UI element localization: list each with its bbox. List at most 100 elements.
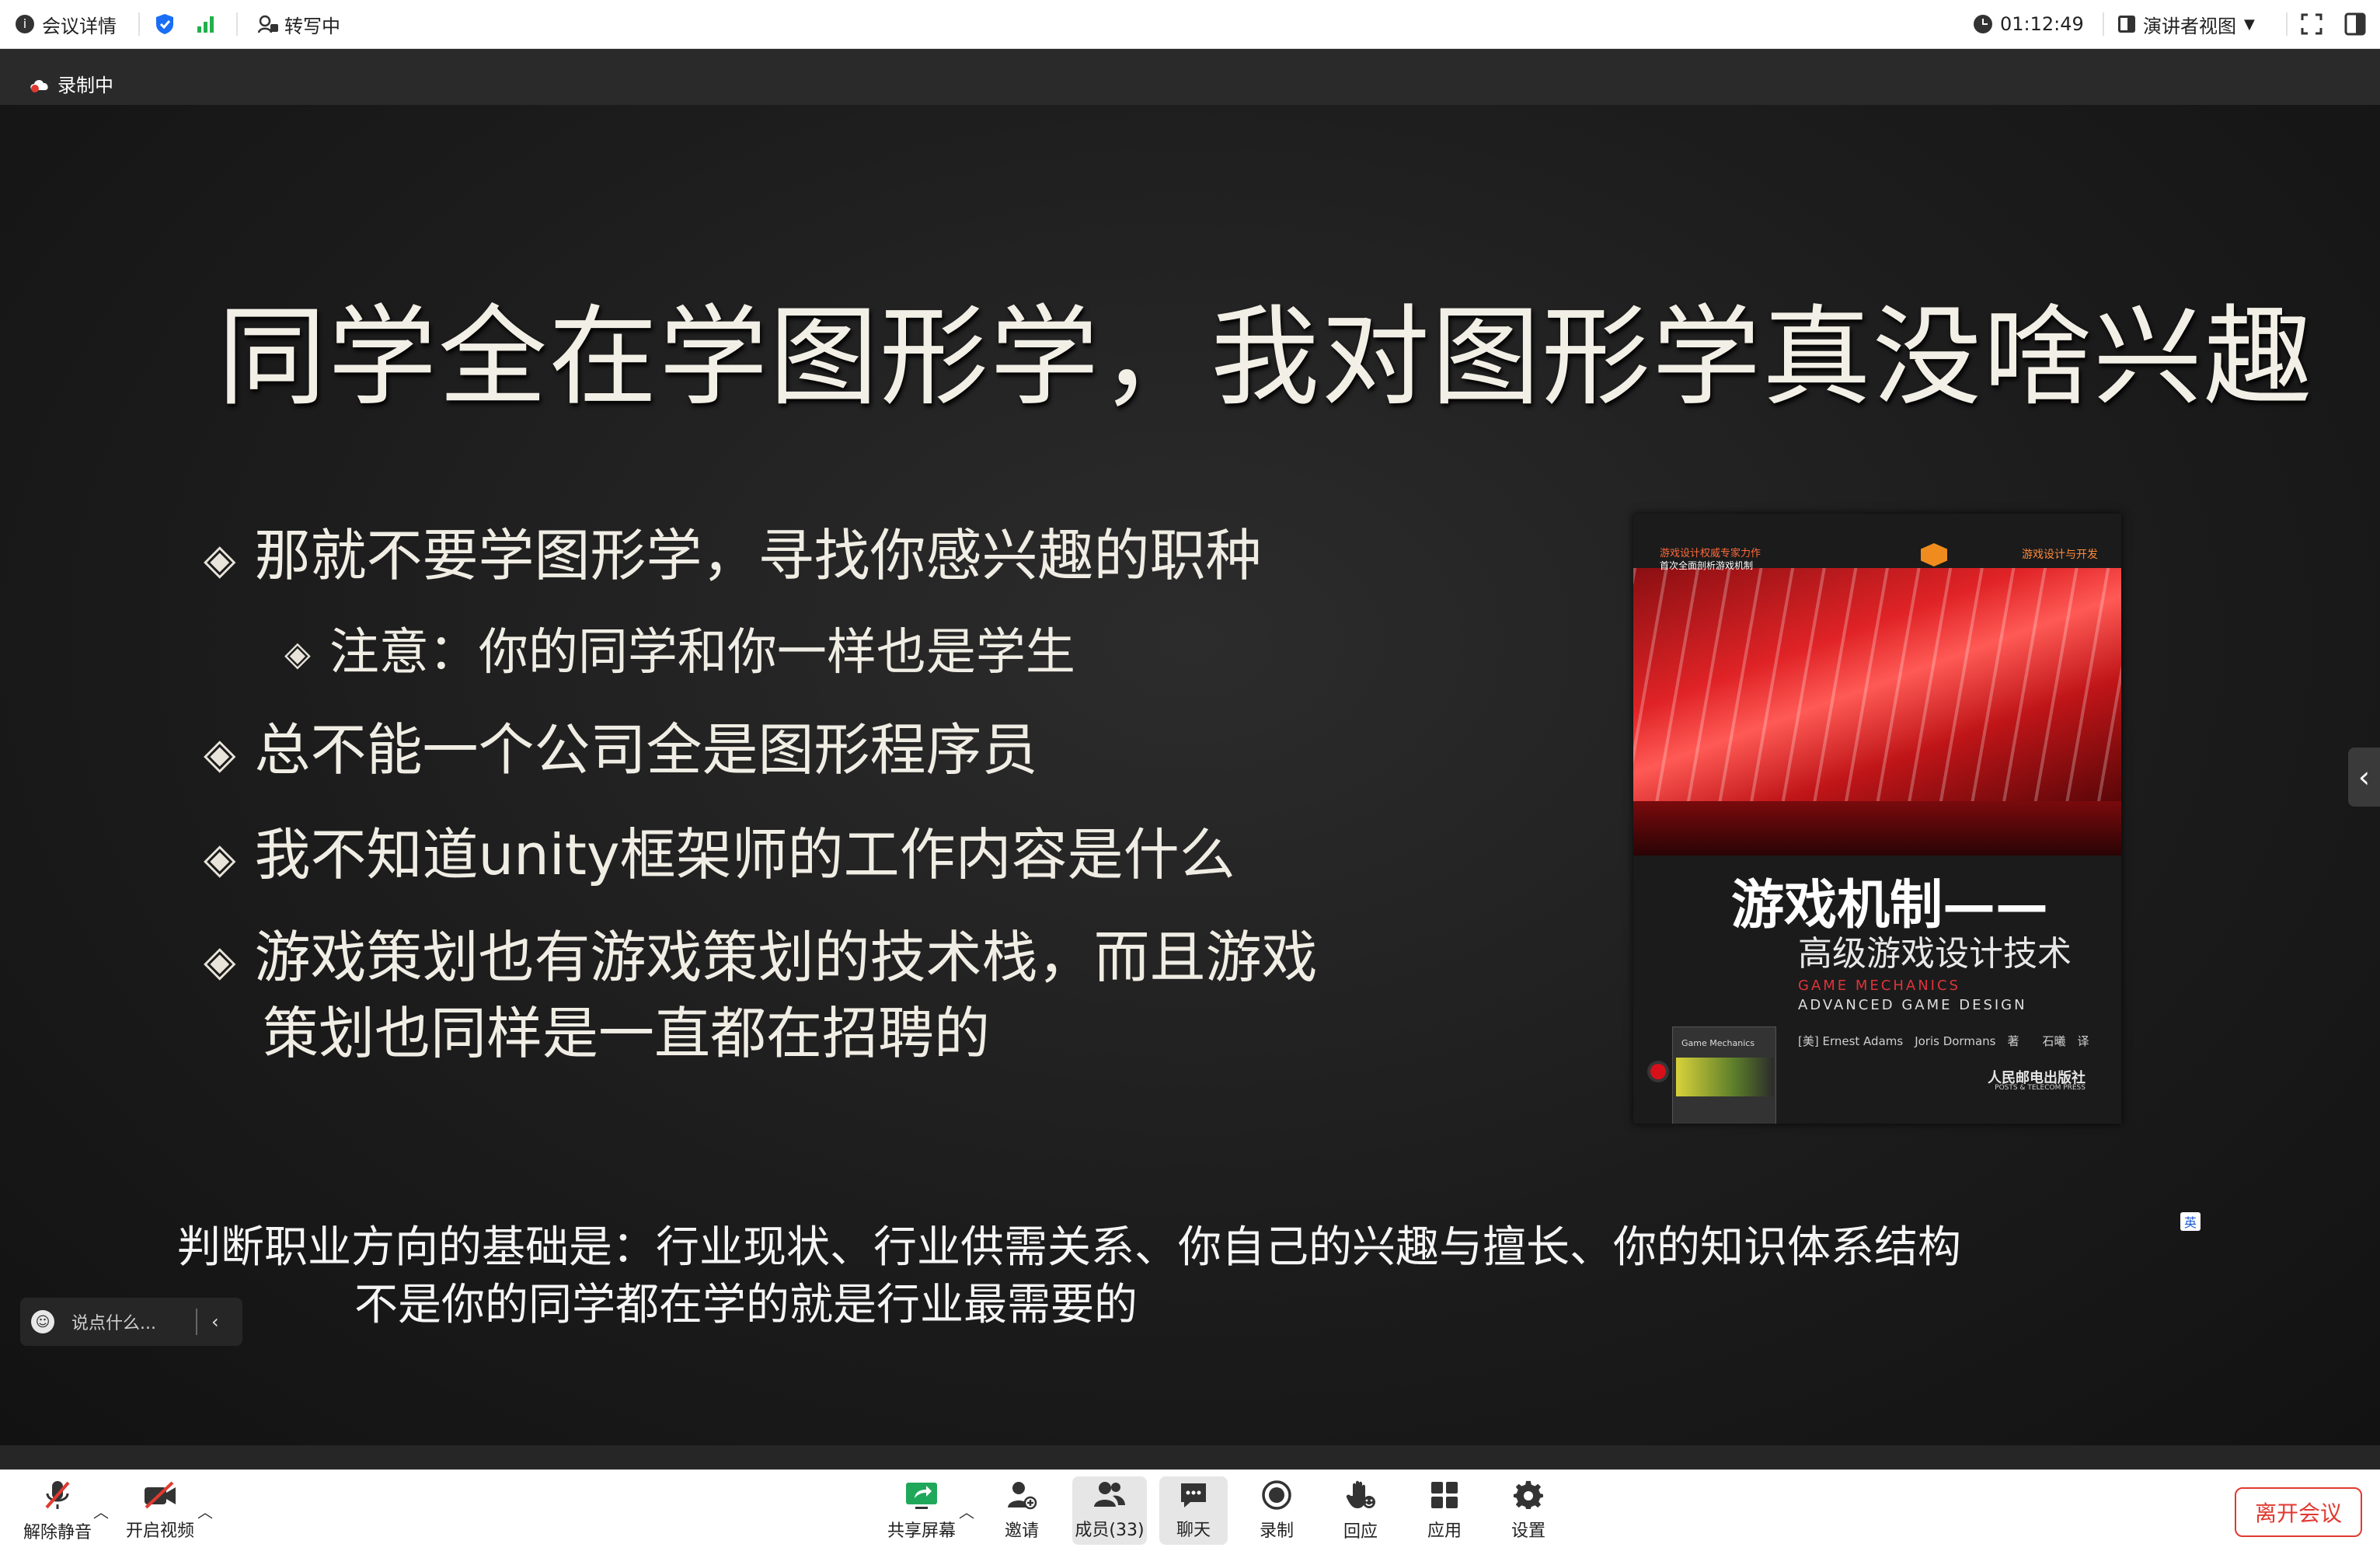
chat-input-placeholder[interactable]: 说点什么... [71,1309,188,1334]
raise-hand-icon [1346,1480,1375,1508]
apps-grid-icon [1431,1482,1458,1508]
chat-label: 聊天 [1176,1521,1211,1540]
book-series-name: 游戏设计与开发 [2022,549,2098,561]
settings-label: 设置 [1511,1521,1545,1541]
chat-quick-input[interactable]: ☺ 说点什么... ‹ [20,1298,242,1346]
live-caption-line: 不是你的同学都在学的就是行业最需要的 [354,1280,1138,1330]
bullet-text: 游戏策划也有游戏策划的技术栈，而且游戏 [254,925,1318,990]
share-screen-icon [906,1483,937,1509]
book-series-line: 首次全面剖析游戏机制 [1660,560,1754,571]
meeting-time: 01:12:49 [2000,13,2084,35]
book-authors: [美] Ernest Adams Joris Dormans 著 石曦 译 [1798,1034,2089,1048]
share-screen-label: 共享屏幕 [887,1521,956,1541]
bullet-continuation: 策划也同样是一直都在招聘的 [263,999,990,1069]
recording-indicator[interactable]: 录制中 [28,70,113,97]
unmute-button[interactable]: 解除静音 [19,1470,96,1551]
bullet-item: ◈ 游戏策划也有游戏策划的技术栈，而且游戏 [204,922,1318,993]
microphone-muted-icon [45,1481,70,1509]
audio-options-chevron-icon[interactable]: ︿ [93,1500,109,1522]
divider [236,12,238,36]
recording-strip [0,49,2380,105]
slide-title: 同学全在学图形学，我对图形学真没啥兴趣 [218,295,2315,421]
bullet-marker-icon: ◈ [204,729,236,778]
record-button[interactable]: 录制 [1243,1470,1310,1551]
side-panel-toggle[interactable]: ‹ [2348,748,2380,807]
book-publisher-en: POSTS & TELECOM PRESS [1995,1084,2086,1092]
invite-label: 邀请 [1004,1521,1039,1541]
unmute-label: 解除静音 [23,1523,92,1542]
cloud-record-icon [30,79,48,92]
bullet-item: ◈ 总不能一个公司全是图形程序员 [204,715,1038,786]
gear-icon [1513,1480,1543,1509]
clock-icon [1974,15,1992,33]
members-button[interactable]: 成员(33) [1072,1476,1147,1545]
chat-bubble-icon [1181,1483,1206,1507]
chat-button[interactable]: 聊天 [1159,1476,1228,1545]
settings-button[interactable]: 设置 [1495,1470,1562,1551]
bullet-text: 策划也同样是一直都在招聘的 [263,1001,991,1066]
security-icon[interactable] [154,0,176,48]
network-signal-icon[interactable] [196,0,218,48]
recording-label: 录制中 [57,75,113,96]
meeting-info-label: 会议详情 [42,15,117,37]
transcription-label: 转写中 [284,15,340,37]
live-caption-line: 判断职业方向的基础是：行业现状、行业供需关系、你自己的兴趣与擅长、你的知识体系结… [177,1222,1961,1273]
members-icon [1094,1482,1125,1507]
divider [2103,12,2104,36]
reactions-label: 回应 [1343,1522,1378,1542]
reactions-button[interactable]: 回应 [1327,1470,1394,1551]
members-label: 成员(33) [1075,1521,1145,1540]
layout-icon [2118,16,2135,33]
caption-language-badge[interactable]: 英 [2180,1212,2201,1231]
meeting-toolbar: 解除静音 ︿ 开启视频 ︿ 共享屏幕 ︿ 邀请 成员(33) 聊天 录制 回应 … [0,1469,2380,1551]
view-mode-label: 演讲者视图 [2143,15,2236,37]
book-english-subtitle: ADVANCED GAME DESIGN [1798,997,2027,1013]
sub-bullet-item: ◈ 注意：你的同学和你一样也是学生 [284,622,1075,685]
video-options-chevron-icon[interactable]: ︿ [197,1500,213,1522]
start-video-button[interactable]: 开启视频 [121,1470,199,1551]
book-cover-art [1633,568,2121,801]
bullet-item: ◈ 那就不要学图形学，寻找你感兴趣的职种 [204,521,1262,591]
fullscreen-button[interactable] [2300,0,2323,48]
invite-button[interactable]: 邀请 [987,1470,1057,1551]
window-mode-button[interactable] [2343,0,2367,48]
share-options-chevron-icon[interactable]: ︿ [959,1500,974,1522]
leave-meeting-button[interactable]: 离开会议 [2235,1487,2362,1537]
bullet-marker-icon: ◈ [204,834,236,883]
meeting-info-button[interactable]: i 会议详情 [16,0,117,48]
bullet-marker-icon: ◈ [204,936,236,985]
transcribe-icon [257,15,278,33]
record-icon [1262,1480,1291,1510]
book-cover-art [1633,801,2121,856]
bullet-text: 总不能一个公司全是图形程序员 [254,717,1038,782]
book-series-line: 游戏设计权威专家力作 [1660,548,1761,559]
camera-off-icon [145,1481,176,1509]
collapse-chevron-icon[interactable]: ‹ [211,1311,219,1333]
chevron-left-icon: ‹ [2357,760,2371,794]
transcription-status[interactable]: 转写中 [256,0,340,48]
bullet-marker-icon: ◈ [204,535,236,584]
share-screen-button[interactable]: 共享屏幕 [883,1470,960,1551]
fullscreen-icon [2301,13,2323,35]
bullet-item: ◈ 我不知道unity框架师的工作内容是什么 [204,820,1235,891]
divider [2286,12,2288,36]
divider [196,1309,197,1335]
laser-pointer-icon [1650,1064,1666,1079]
book-subtitle: 高级游戏设计技术 [1798,934,2072,974]
top-bar: i 会议详情 转写中 01:12:49 演讲者视图 ▼ [0,0,2380,49]
meeting-timer: 01:12:49 [1974,0,2084,48]
apps-label: 应用 [1427,1521,1462,1541]
bullet-text: 注意：你的同学和你一样也是学生 [329,624,1075,681]
book-cover-image: 游戏设计权威专家力作 首次全面剖析游戏机制 游戏设计与开发 游戏机制—— 高级游… [1633,514,2121,1124]
view-mode-dropdown[interactable]: 演讲者视图 ▼ [2118,0,2255,48]
info-icon: i [16,15,34,33]
chevron-down-icon: ▼ [2244,16,2255,33]
publisher-logo-icon [1921,543,1947,566]
record-label: 录制 [1259,1521,1294,1541]
divider [138,12,140,36]
emoji-icon[interactable]: ☺ [31,1310,54,1333]
apps-button[interactable]: 应用 [1411,1470,1478,1551]
invite-user-icon [1008,1482,1037,1510]
bullet-text: 那就不要学图形学，寻找你感兴趣的职种 [254,523,1262,588]
bullet-text: 我不知道unity框架师的工作内容是什么 [254,822,1235,887]
